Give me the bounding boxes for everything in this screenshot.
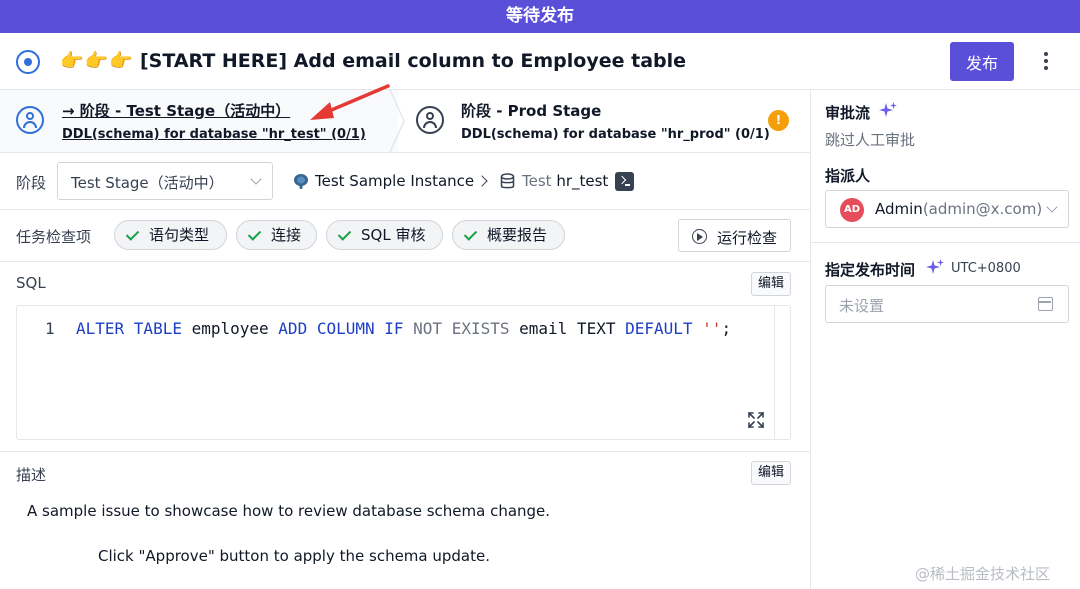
user-circle-icon [16, 106, 44, 134]
check-summary-report[interactable]: 概要报告 [452, 220, 565, 250]
postgres-icon [294, 174, 308, 189]
expand-icon[interactable] [747, 411, 765, 429]
schedule-title: 指定发布时间 [825, 261, 916, 279]
database-name: hr_test [556, 172, 609, 190]
calendar-icon [1038, 297, 1053, 311]
line-number: 1 [45, 319, 55, 338]
stage-prod-name: 阶段 - Prod Stage [461, 102, 602, 120]
assignee-title: 指派人 [825, 167, 871, 185]
chevron-down-icon [250, 173, 262, 185]
database-link[interactable]: Test hr_test [522, 172, 608, 190]
stage-test-task[interactable]: DDL(schema) for database "hr_test" (0/1) [62, 127, 366, 142]
editor-scrollbar-track [774, 306, 775, 439]
check-icon [463, 227, 478, 241]
pipeline-stages: → 阶段 - Test Stage（活动中） DDL(schema) for d… [0, 90, 810, 153]
sparkle-icon [879, 102, 897, 117]
stage-test-name: → 阶段 - Test Stage（活动中） [62, 102, 291, 120]
description-label: 描述 [16, 466, 47, 484]
check-statement-type[interactable]: 语句类型 [114, 220, 227, 250]
assignee-value: Admin(admin@x.com) [875, 200, 1043, 218]
database-icon [500, 173, 515, 189]
pointing-hand-icon: 👉👉👉 [60, 50, 134, 72]
schedule-date-input[interactable]: 未设置 [825, 285, 1069, 323]
publish-button[interactable]: 发布 [950, 42, 1014, 81]
check-icon [247, 227, 262, 241]
stage-select[interactable]: Test Stage（活动中） [57, 162, 273, 200]
chevron-down-icon [1046, 201, 1058, 213]
sql-statement: ALTER TABLE employee ADD COLUMN IF NOT E… [76, 319, 732, 338]
status-banner: 等待发布 [0, 0, 1080, 33]
sql-section: SQL 编辑 1 ALTER TABLE employee ADD COLUMN… [0, 262, 810, 452]
chevron-right-icon [476, 175, 488, 187]
issue-status-icon [16, 50, 40, 74]
warning-icon: ! [768, 110, 789, 131]
sparkle-icon [926, 259, 944, 274]
stage-prod-task[interactable]: DDL(schema) for database "hr_prod" (0/1) [461, 127, 770, 142]
schedule-placeholder: 未设置 [839, 297, 885, 315]
stage-select-value: Test Stage（活动中） [71, 174, 224, 192]
issue-title: 👉👉👉 [START HERE] Add email column to Empl… [60, 49, 686, 72]
play-icon [692, 229, 707, 244]
task-checks-label: 任务检查项 [16, 228, 92, 246]
issue-sidebar: 审批流 跳过人工审批 指派人 AD Admin(admin@x.com) 指定发… [810, 90, 1080, 589]
description-text-line-2: Click "Approve" button to apply the sche… [98, 547, 490, 565]
issue-title-text: [START HERE] Add email column to Employe… [139, 50, 687, 72]
sql-label: SQL [16, 274, 46, 292]
stage-label: 阶段 [16, 174, 47, 192]
task-checks-row: 任务检查项 语句类型 连接 SQL 审核 概要报告 运行检查 [0, 210, 810, 262]
sidebar-divider [811, 242, 1080, 243]
annotation-arrow-icon [310, 84, 390, 120]
run-checks-button[interactable]: 运行检查 [678, 219, 791, 252]
check-connection[interactable]: 连接 [236, 220, 317, 250]
assignee-select[interactable]: AD Admin(admin@x.com) [825, 190, 1069, 228]
instance-link[interactable]: Test Sample Instance [315, 172, 474, 190]
issue-header: 👉👉👉 [START HERE] Add email column to Empl… [0, 33, 1080, 90]
timezone-label: UTC+0800 [951, 261, 1021, 276]
sql-editor[interactable]: 1 ALTER TABLE employee ADD COLUMN IF NOT… [16, 305, 791, 440]
description-section: 描述 编辑 A sample issue to showcase how to … [0, 452, 810, 589]
stage-selector-row: 阶段 Test Stage（活动中） Test Sample Instance … [0, 153, 810, 210]
check-icon [337, 227, 352, 241]
stage-prod[interactable]: 阶段 - Prod Stage DDL(schema) for database… [398, 90, 810, 152]
approval-flow-title: 审批流 [825, 104, 871, 122]
sql-edit-button[interactable]: 编辑 [751, 272, 791, 296]
avatar: AD [840, 198, 864, 222]
description-edit-button[interactable]: 编辑 [751, 461, 791, 485]
description-text-line-1: A sample issue to showcase how to review… [27, 502, 551, 520]
more-options-icon[interactable] [1036, 50, 1056, 74]
check-icon [125, 227, 140, 241]
database-environment: Test [522, 172, 552, 190]
watermark: @稀土掘金技术社区 [915, 565, 1051, 583]
user-circle-icon [416, 106, 444, 134]
check-sql-review[interactable]: SQL 审核 [326, 220, 443, 250]
approval-flow-value: 跳过人工审批 [825, 131, 916, 149]
terminal-icon[interactable] [615, 172, 634, 191]
